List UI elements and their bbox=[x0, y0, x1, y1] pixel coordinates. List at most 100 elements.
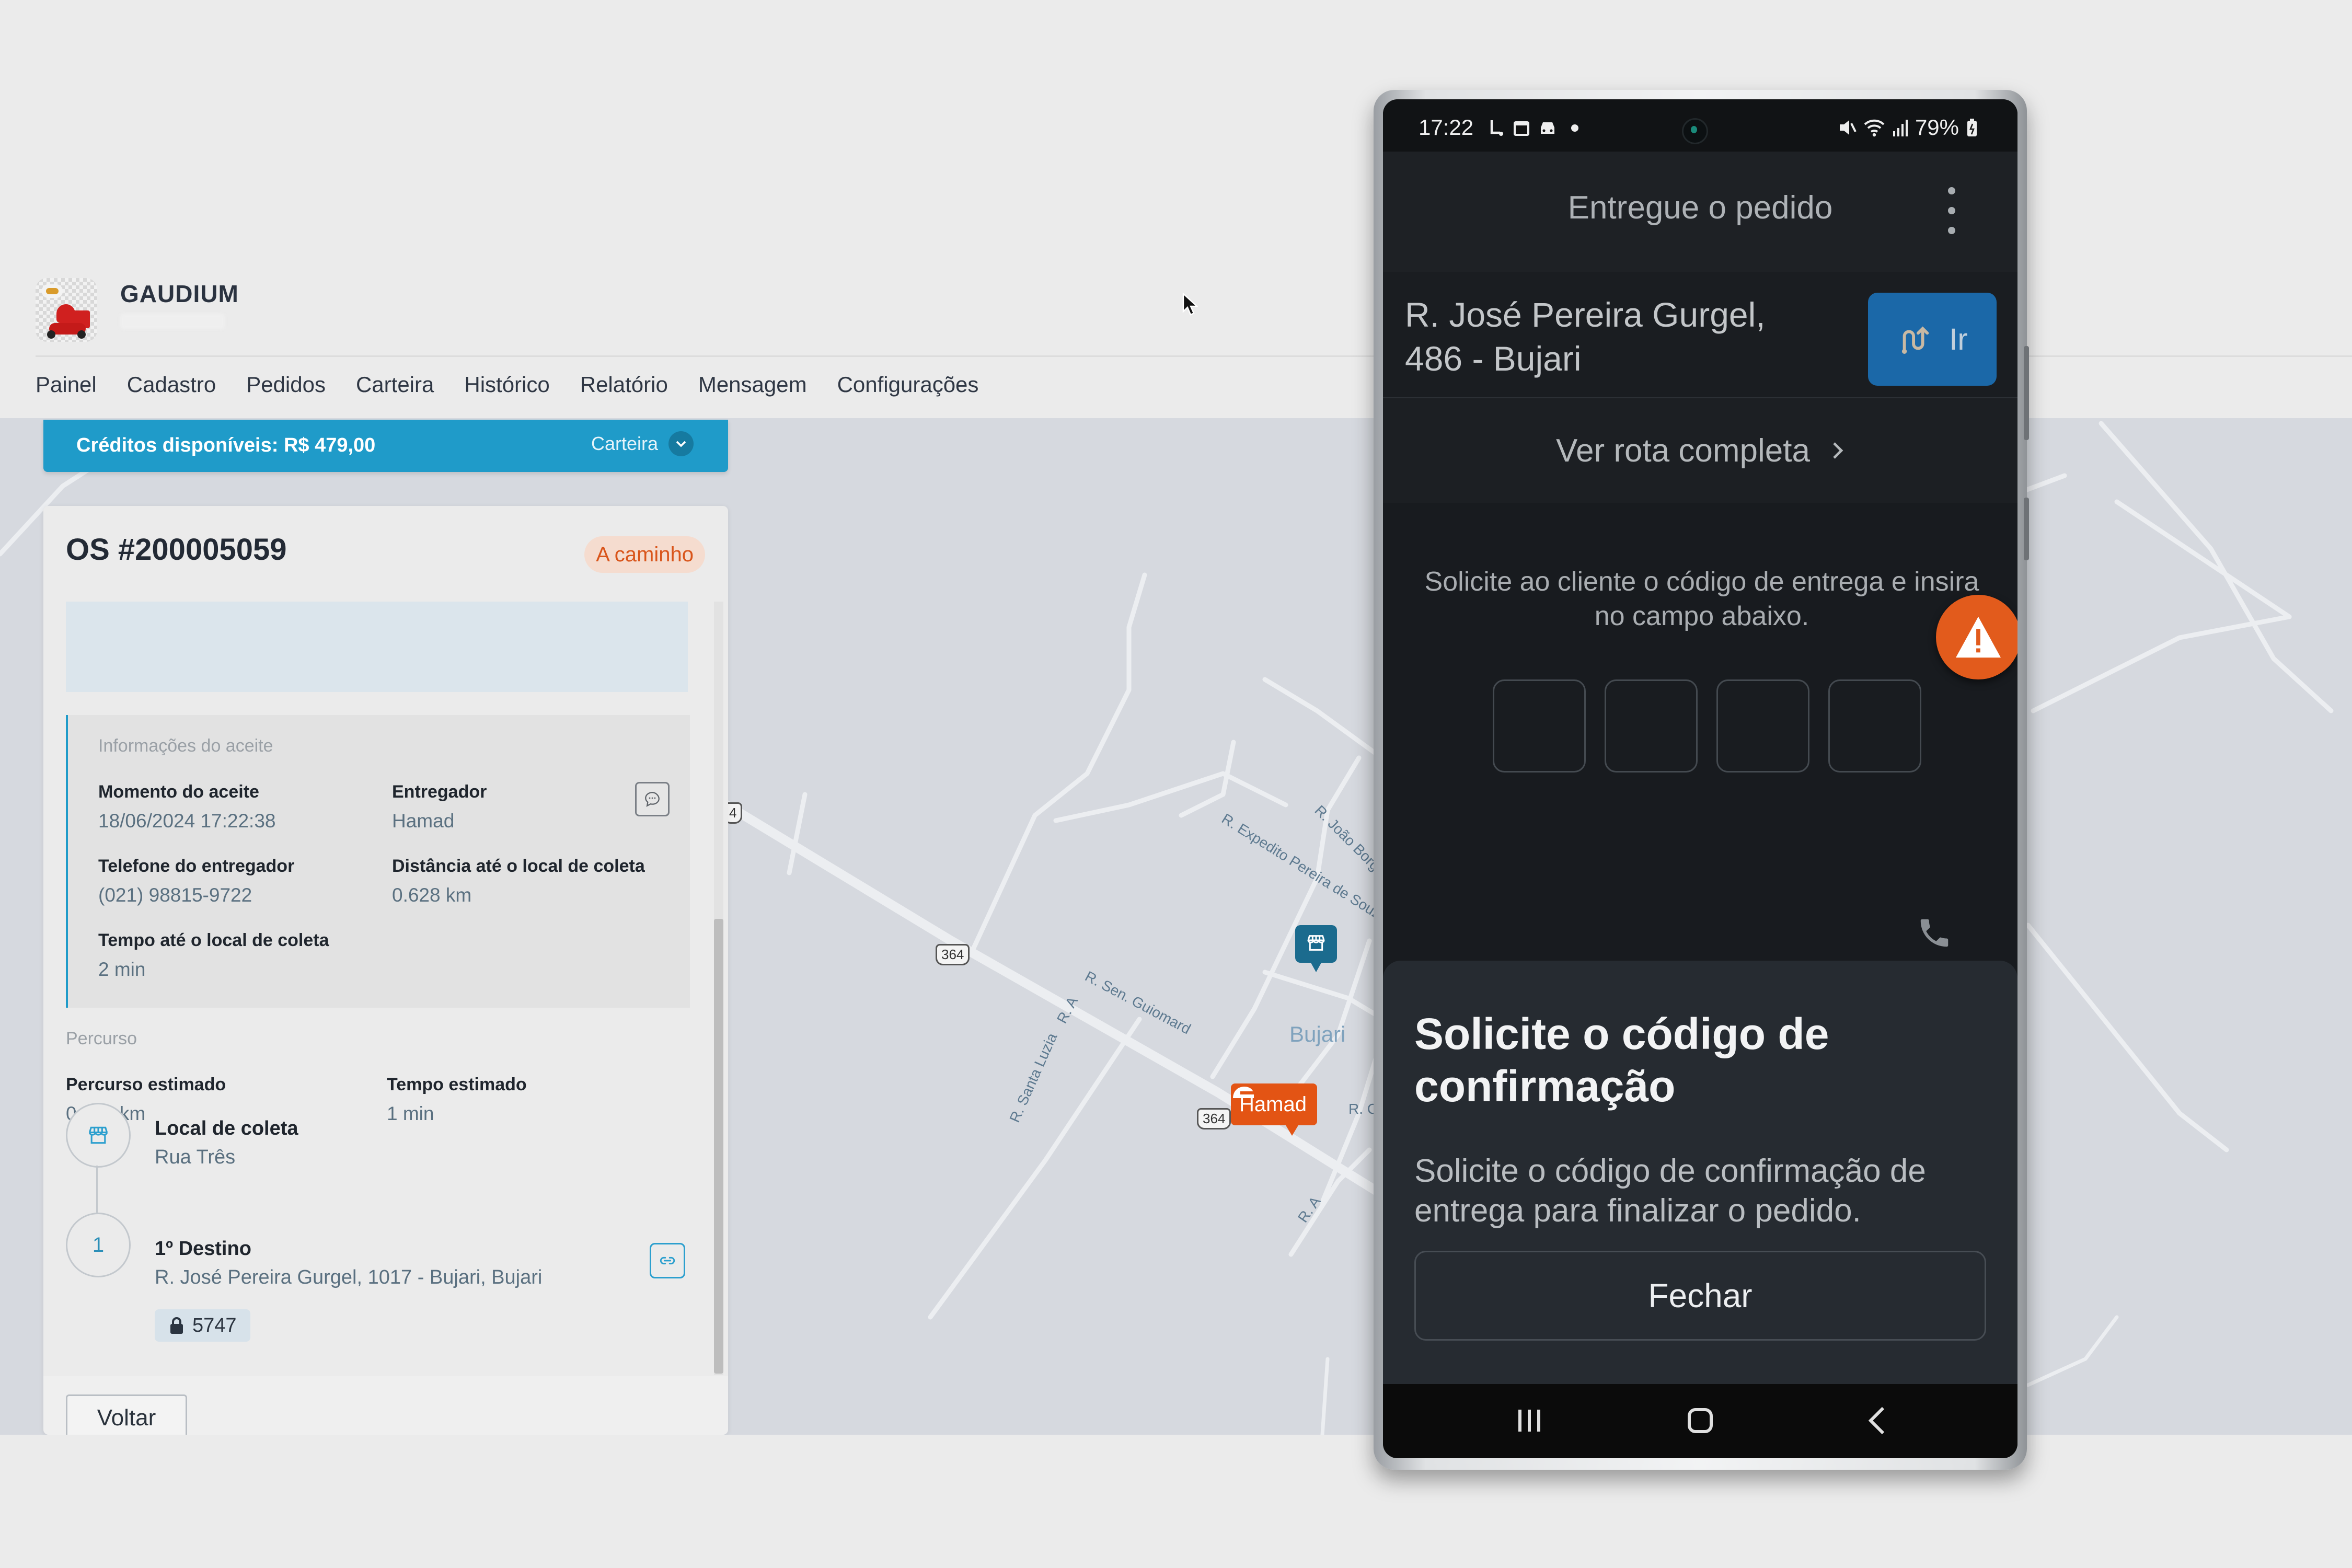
field-label: Percurso estimado bbox=[66, 1075, 226, 1094]
code-digit-input[interactable] bbox=[1828, 679, 1921, 773]
recents-icon bbox=[1518, 1410, 1540, 1432]
section-heading: Percurso bbox=[66, 1029, 137, 1048]
wallet-dropdown[interactable]: Carteira bbox=[591, 431, 694, 456]
store-icon bbox=[1307, 935, 1325, 951]
nav-historico[interactable]: Histórico bbox=[464, 372, 549, 401]
stop-title: Local de coleta bbox=[155, 1117, 298, 1139]
back-chevron-icon bbox=[1868, 1406, 1885, 1435]
code-digit-input[interactable] bbox=[1493, 679, 1586, 773]
nav-pedidos[interactable]: Pedidos bbox=[246, 372, 326, 401]
destination-address-section: R. José Pereira Gurgel, 486 - Bujari Ir bbox=[1383, 272, 2017, 398]
warning-button[interactable] bbox=[1936, 595, 2017, 679]
battery-percent: 79% bbox=[1915, 115, 1959, 140]
order-number: OS #200005059 bbox=[66, 533, 287, 567]
wheel-icon bbox=[77, 330, 86, 339]
navigate-go-button[interactable]: Ir bbox=[1868, 293, 1997, 386]
view-full-route-link[interactable]: Ver rota completa bbox=[1383, 398, 2017, 503]
signal-icon bbox=[1893, 120, 1908, 136]
call-button[interactable] bbox=[1916, 915, 1953, 954]
home-button[interactable] bbox=[1684, 1405, 1716, 1439]
screen-title: Entregue o pedido bbox=[1567, 190, 1833, 226]
phone-screen: 17:22 79% Entregue o pedido R. José Pere… bbox=[1383, 99, 2017, 1458]
helmet-icon bbox=[1233, 1087, 1254, 1098]
scrollbar-thumb[interactable] bbox=[714, 919, 723, 1374]
distance-to-pickup: 0.628 km bbox=[392, 884, 472, 906]
bottom-sheet-dialog: Solicite o código de confirmação Solicit… bbox=[1383, 961, 2017, 1384]
status-badge: A caminho bbox=[584, 536, 705, 573]
stop-address: Rua Três bbox=[155, 1146, 236, 1168]
brand-name: GAUDIUM bbox=[120, 280, 239, 307]
order-details-card: OS #200005059 A caminho Informações do a… bbox=[43, 506, 728, 1435]
wifi-icon bbox=[1864, 119, 1885, 137]
home-icon bbox=[1688, 1408, 1713, 1433]
nav-cadastro[interactable]: Cadastro bbox=[127, 372, 216, 401]
more-vert-icon-dot bbox=[1948, 227, 1955, 234]
brand-logo[interactable] bbox=[36, 278, 97, 342]
pickup-store-marker[interactable] bbox=[1295, 925, 1337, 972]
stop-title: 1º Destino bbox=[155, 1238, 251, 1260]
dialog-title: Solicite o código de confirmação bbox=[1414, 1009, 1829, 1111]
chat-button[interactable] bbox=[635, 782, 670, 816]
warning-triangle-icon bbox=[1956, 616, 2001, 658]
chevron-right-icon bbox=[1833, 442, 1843, 459]
wallet-label: Carteira bbox=[591, 433, 658, 454]
highway-shield: 364 bbox=[936, 944, 970, 965]
driver-phone: (021) 98815-9722 bbox=[98, 884, 252, 906]
mouse-cursor-icon bbox=[1182, 292, 1199, 318]
link-icon bbox=[660, 1256, 675, 1265]
delivery-code: 5747 bbox=[192, 1314, 237, 1336]
dialog-message: Solicite o código de confirmação de entr… bbox=[1414, 1153, 1926, 1229]
stop-address: R. José Pereira Gurgel, 1017 - Bujari, B… bbox=[155, 1266, 543, 1288]
nav-painel[interactable]: Painel bbox=[36, 372, 97, 401]
close-dialog-button[interactable]: Fechar bbox=[1414, 1251, 1986, 1341]
lock-icon bbox=[170, 1317, 183, 1334]
time-to-pickup: 2 min bbox=[98, 959, 146, 980]
city-label: Bujari bbox=[1289, 1022, 1346, 1046]
destination-stop-badge: 1 bbox=[66, 1213, 131, 1277]
field-label: Tempo estimado bbox=[387, 1075, 527, 1094]
nav-carteira[interactable]: Carteira bbox=[356, 372, 434, 401]
credits-bar: Créditos disponíveis: R$ 479,00 Carteira bbox=[43, 420, 728, 472]
field-label: Telefone do entregador bbox=[98, 856, 295, 876]
nav-relatorio[interactable]: Relatório bbox=[580, 372, 668, 401]
notification-app-icon bbox=[1490, 120, 1503, 136]
code-digit-input[interactable] bbox=[1605, 679, 1698, 773]
code-digit-input[interactable] bbox=[1716, 679, 1809, 773]
speech-bubble-icon bbox=[42, 284, 63, 298]
go-label: Ir bbox=[1949, 322, 1968, 356]
back-nav-button[interactable] bbox=[1864, 1405, 1890, 1439]
highway-shield: 364 bbox=[1197, 1108, 1231, 1129]
driver-marker[interactable]: Hamad bbox=[1231, 1083, 1317, 1136]
field-label: Tempo até o local de coleta bbox=[98, 930, 329, 950]
mute-icon bbox=[1839, 120, 1857, 135]
system-icons: 79% bbox=[1838, 115, 1978, 140]
share-link-button[interactable] bbox=[650, 1243, 685, 1278]
recent-apps-button[interactable] bbox=[1514, 1405, 1545, 1439]
code-input-group bbox=[1493, 679, 1921, 773]
nav-mensagem[interactable]: Mensagem bbox=[698, 372, 807, 401]
car-icon bbox=[1541, 122, 1554, 134]
front-camera bbox=[1682, 118, 1708, 144]
brand-subtitle-blurred bbox=[120, 314, 225, 329]
main-nav: Painel Cadastro Pedidos Carteira Históri… bbox=[36, 372, 1009, 401]
wheel-icon bbox=[47, 330, 55, 339]
field-label: Distância até o local de coleta bbox=[392, 856, 645, 876]
back-button[interactable]: Voltar bbox=[66, 1394, 187, 1435]
notification-icons bbox=[1488, 118, 1578, 138]
more-options-button[interactable] bbox=[1941, 187, 1962, 234]
phone-icon bbox=[1920, 919, 1949, 947]
estimated-time: 1 min bbox=[387, 1103, 434, 1124]
accept-time: 18/06/2024 17:22:38 bbox=[98, 810, 276, 832]
calendar-icon bbox=[1514, 121, 1529, 136]
stop-number: 1 bbox=[92, 1233, 105, 1256]
available-credits: Créditos disponíveis: R$ 479,00 bbox=[76, 434, 376, 456]
section-heading: Informações do aceite bbox=[98, 736, 273, 756]
chat-bubble-icon bbox=[645, 792, 660, 807]
destination-address: R. José Pereira Gurgel, 486 - Bujari bbox=[1405, 295, 1766, 378]
nav-configuracoes[interactable]: Configurações bbox=[837, 372, 979, 401]
code-instruction: Solicite ao cliente o código de entrega … bbox=[1424, 567, 1979, 631]
order-map-preview bbox=[66, 602, 688, 692]
chevron-down-icon bbox=[668, 431, 694, 456]
battery-charging-icon bbox=[1967, 119, 1977, 136]
status-bar: 17:22 79% bbox=[1383, 99, 2017, 152]
